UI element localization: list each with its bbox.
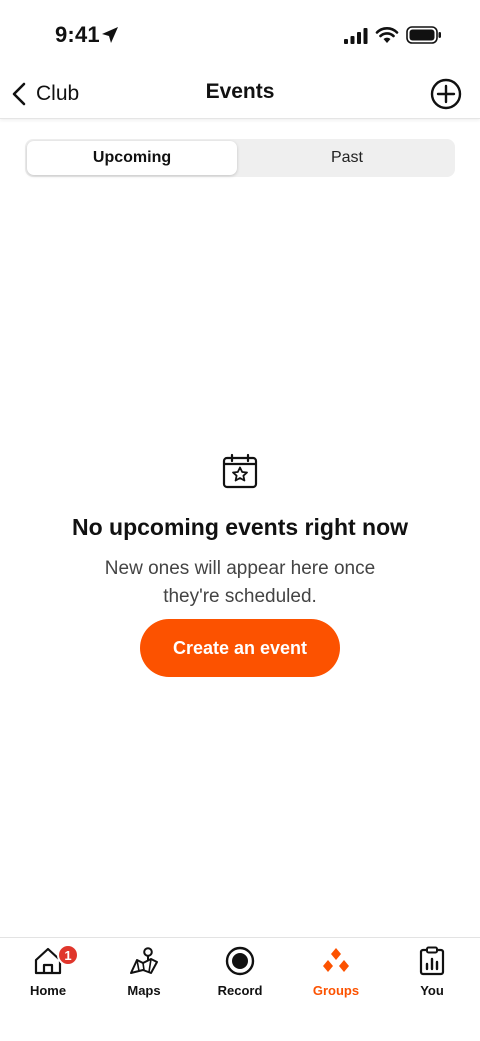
status-time: 9:41 <box>55 22 100 47</box>
tab-record[interactable]: Record <box>192 938 288 1008</box>
empty-state-title: No upcoming events right now <box>71 514 409 540</box>
tab-label: You <box>420 983 444 998</box>
cellular-signal-icon <box>344 28 368 44</box>
tab-upcoming[interactable]: Upcoming <box>27 141 237 175</box>
tab-groups[interactable]: Groups <box>288 938 384 1008</box>
clipboard-chart-icon <box>419 946 445 976</box>
location-arrow-icon <box>102 27 118 43</box>
calendar-star-icon <box>222 453 258 489</box>
map-icon <box>130 947 158 974</box>
bottom-tab-bar: 1 Home Maps Record Groups You <box>0 937 480 1041</box>
record-icon <box>225 946 255 976</box>
tab-label: Record <box>217 983 263 998</box>
tab-past[interactable]: Past <box>241 141 453 175</box>
tab-label: Groups <box>312 983 360 998</box>
wifi-icon <box>375 27 399 43</box>
nav-header: Club Events <box>0 70 480 119</box>
groups-icon <box>323 948 349 972</box>
status-bar: 9:41 <box>0 0 480 70</box>
tab-label: Maps <box>127 983 161 998</box>
tab-maps[interactable]: Maps <box>96 938 192 1008</box>
add-event-button[interactable] <box>430 78 462 110</box>
tab-label: Home <box>29 983 67 998</box>
events-segmented-control: Upcoming Past <box>25 139 455 177</box>
tab-you[interactable]: You <box>384 938 480 1008</box>
page-title: Events <box>205 80 275 103</box>
create-event-button[interactable]: Create an event <box>140 619 340 677</box>
tab-home[interactable]: 1 Home <box>0 938 96 1008</box>
empty-state-subtitle: New ones will appear here once they're s… <box>104 558 376 607</box>
notification-badge: 1 <box>57 944 79 966</box>
battery-icon <box>406 26 441 44</box>
